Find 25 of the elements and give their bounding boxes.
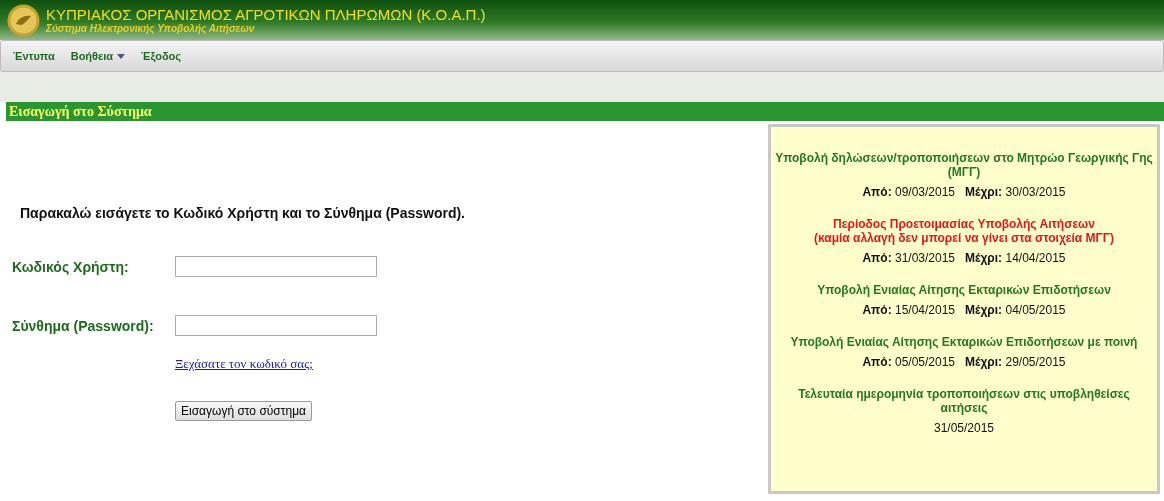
password-field[interactable] — [175, 315, 377, 336]
field-label: Σύνθημα (Password): — [12, 317, 155, 334]
section-title: Εισαγωγή στο Σύστημα — [8, 103, 152, 120]
period-dates: Από: 31/03/2015 Μέχρι: 14/04/2015 — [861, 251, 1067, 265]
field-label: Κωδικός Χρήστη: — [12, 258, 130, 275]
forgot-password-link[interactable]: Ξεχάσατε τον κωδικό σας; — [175, 356, 313, 372]
period-dates: Από: 09/03/2015 Μέχρι: 30/03/2015 — [861, 185, 1067, 199]
organization-title: ΚΥΠΡΙΑΚΟΣ ΟΡΓΑΝΙΣΜΟΣ ΑΓΡΟΤΙΚΩΝ ΠΛΗΡΩΜΩΝ (Κ.Ο.Α.Π.) — [46, 6, 486, 23]
period-title: Υποβολή Ενιαίας Αίτησης Εκταρικών Επιδοτήσεων — [816, 283, 1112, 297]
caret-icon — [117, 53, 126, 59]
period-title: Τελευταία ημερομηνία τροποποιήσεων στις υποβληθείσες αιτήσεις — [797, 387, 1131, 415]
period-title: Υποβολή Ενιαίας Αίτησης Εκταρικών Επιδοτήσεων με ποινή — [789, 335, 1139, 349]
period-dates: 31/05/2015 — [932, 421, 996, 435]
menu-item[interactable]: Έντυπα — [13, 50, 55, 62]
instruction-text: Παρακαλώ εισάγετε το Κωδικό Χρήστη και το Σύνθημα (Password). — [20, 205, 466, 221]
period-title: Υποβολή δηλώσεων/τροποποιήσεων στο Μητρώο Γεωργικής Γης (ΜΓΓ) — [774, 151, 1154, 179]
menu-item[interactable]: Βοήθεια — [70, 50, 126, 62]
system-subtitle: Σύστημα Ηλεκτρονικής Υποβολής Αιτήσεων — [46, 23, 256, 34]
coin-logo-icon — [7, 3, 40, 37]
menu-item[interactable]: Έξοδος — [141, 50, 182, 62]
username-field[interactable] — [175, 256, 377, 277]
period-dates: Από: 05/05/2015 Μέχρι: 29/05/2015 — [861, 355, 1067, 369]
period-dates: Από: 15/04/2015 Μέχρι: 04/05/2015 — [861, 303, 1067, 317]
login-button[interactable]: Εισαγωγή στο σύστημα — [175, 401, 312, 421]
period-title: Περίοδος Προετοιμασίας Υποβολής Αιτήσεων (καμία αλλαγή δεν μπορεί να γίνει στα στοιχεία ΜΓΓ) — [813, 217, 1115, 245]
